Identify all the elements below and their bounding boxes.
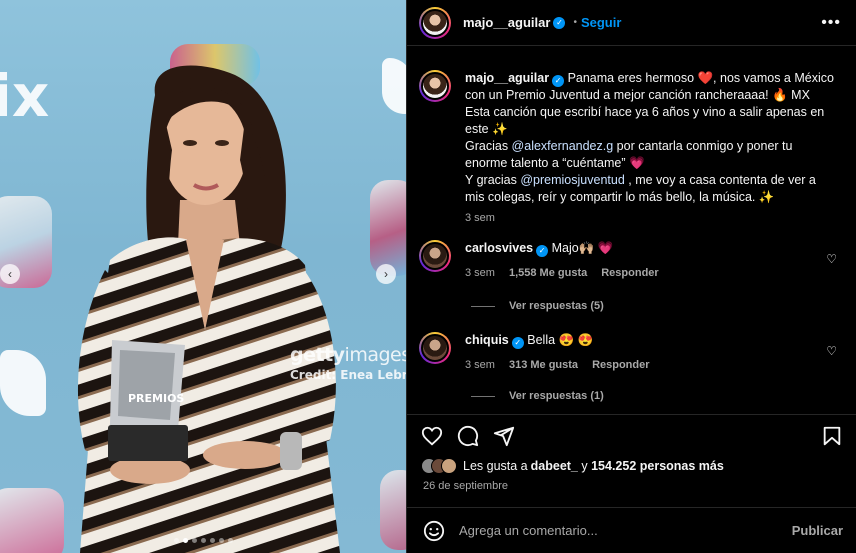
bookmark-icon[interactable] [821, 425, 843, 447]
verified-badge-icon: ✓ [552, 75, 565, 87]
comment-body: Bella 😍 😍 [527, 333, 594, 347]
heart-icon[interactable]: ♡ [826, 252, 837, 266]
share-icon[interactable] [493, 425, 515, 447]
add-comment-bar: Publicar [407, 507, 856, 553]
view-replies-label: Ver respuestas (1) [509, 390, 604, 402]
avatar[interactable] [419, 6, 451, 39]
avatar[interactable] [419, 70, 451, 102]
person-photo: PREMIOS [77, 65, 340, 553]
getty-watermark: gettyimages Credit: Enea Lebr [290, 344, 406, 382]
comment-username[interactable]: chiquis [465, 333, 509, 347]
comment-time[interactable]: 3 sem [465, 267, 495, 279]
comment-time[interactable]: 3 sem [465, 359, 495, 371]
view-replies-label: Ver respuestas (5) [509, 300, 604, 312]
chevron-left-icon[interactable]: ‹ [0, 264, 20, 284]
comment-username[interactable]: carlosvives [465, 241, 533, 255]
divider [471, 305, 495, 307]
trophy-label: PREMIOS [128, 392, 184, 405]
mention-link[interactable]: @premiosjuventud [520, 173, 624, 187]
caption-text: majo__aguilar ✓ Panama eres hermoso ❤️, n… [465, 70, 837, 206]
post-header: majo__aguilar ✓ • Seguir ••• [407, 0, 856, 46]
view-replies-button[interactable]: Ver respuestas (1) [471, 390, 604, 402]
carousel-dot[interactable] [200, 538, 206, 543]
likes-prefix: Les gusta a [463, 459, 528, 473]
verified-badge-icon: ✓ [536, 245, 549, 257]
reply-button[interactable]: Responder [601, 267, 658, 279]
avatar[interactable] [419, 240, 451, 272]
caption-line2: Esta canción que escribí hace ya 6 años … [465, 105, 825, 136]
watermark-credit: Credit: Enea Lebr [290, 368, 406, 382]
heart-icon[interactable] [421, 425, 443, 447]
heart-icon[interactable]: ♡ [826, 344, 837, 358]
carousel-dot[interactable] [182, 538, 188, 543]
post-date[interactable]: 26 de septiembre [423, 480, 508, 492]
carousel-dot[interactable] [173, 538, 179, 543]
comment-icon[interactable] [457, 425, 479, 447]
post-panel: majo__aguilar ✓ • Seguir ••• majo__aguil… [406, 0, 856, 553]
header-separator: • [573, 17, 577, 28]
avatar[interactable] [419, 332, 451, 364]
follow-button[interactable]: Seguir [581, 15, 621, 30]
comment: carlosvives ✓ Majo🙌🏼 💗 3 sem 1,558 Me gus… [419, 240, 839, 279]
publish-button[interactable]: Publicar [792, 523, 843, 538]
watermark-brand-suffix: images [344, 344, 406, 366]
instagram-post: ix PREMIOS gettyimages Credit: Enea Lebr… [0, 0, 856, 553]
view-replies-button[interactable]: Ver respuestas (5) [471, 300, 604, 312]
caption-time[interactable]: 3 sem [465, 212, 495, 224]
comment-likes[interactable]: 1,558 Me gusta [509, 267, 587, 279]
post-media[interactable]: ix PREMIOS gettyimages Credit: Enea Lebr… [0, 0, 406, 553]
divider [471, 395, 495, 397]
chevron-right-icon[interactable]: › [376, 264, 396, 284]
comment-likes[interactable]: 313 Me gusta [509, 359, 578, 371]
likes-user[interactable]: dabeet_ [531, 459, 578, 473]
action-bar [407, 414, 856, 454]
emoji-icon[interactable] [423, 520, 445, 542]
verified-badge-icon: ✓ [511, 337, 524, 349]
caption-username[interactable]: majo__aguilar [465, 71, 549, 85]
likes-middle: y [577, 459, 592, 473]
reply-button[interactable]: Responder [592, 359, 649, 371]
carousel-dot[interactable] [209, 538, 215, 543]
avatar [441, 458, 457, 474]
caption-line4-pre: Y gracias [465, 173, 521, 187]
comment: chiquis ✓ Bella 😍 😍 3 sem 313 Me gusta Re… [419, 332, 839, 371]
comment-text: chiquis ✓ Bella 😍 😍 [465, 332, 837, 349]
caption: majo__aguilar ✓ Panama eres hermoso ❤️, n… [419, 70, 839, 224]
likes-summary[interactable]: Les gusta a dabeet_ y 154.252 personas m… [421, 458, 724, 474]
comment-input[interactable] [459, 523, 779, 538]
carousel-dot[interactable] [191, 538, 197, 543]
carousel-dot[interactable] [218, 538, 224, 543]
watermark-brand: getty [290, 344, 345, 366]
comments-list[interactable]: majo__aguilar ✓ Panama eres hermoso ❤️, n… [407, 58, 856, 415]
comment-body: Majo🙌🏼 💗 [551, 241, 614, 255]
mention-link[interactable]: @alexfernandez.g [512, 139, 614, 153]
comment-text: carlosvives ✓ Majo🙌🏼 💗 [465, 240, 837, 257]
header-username[interactable]: majo__aguilar [463, 15, 550, 30]
caption-line3-pre: Gracias [465, 139, 512, 153]
verified-badge-icon: ✓ [553, 16, 566, 29]
carousel-dot[interactable] [227, 538, 233, 543]
more-horizontal-icon[interactable]: ••• [821, 14, 841, 32]
likes-count[interactable]: 154.252 personas más [591, 459, 724, 473]
carousel-dots [0, 538, 406, 543]
